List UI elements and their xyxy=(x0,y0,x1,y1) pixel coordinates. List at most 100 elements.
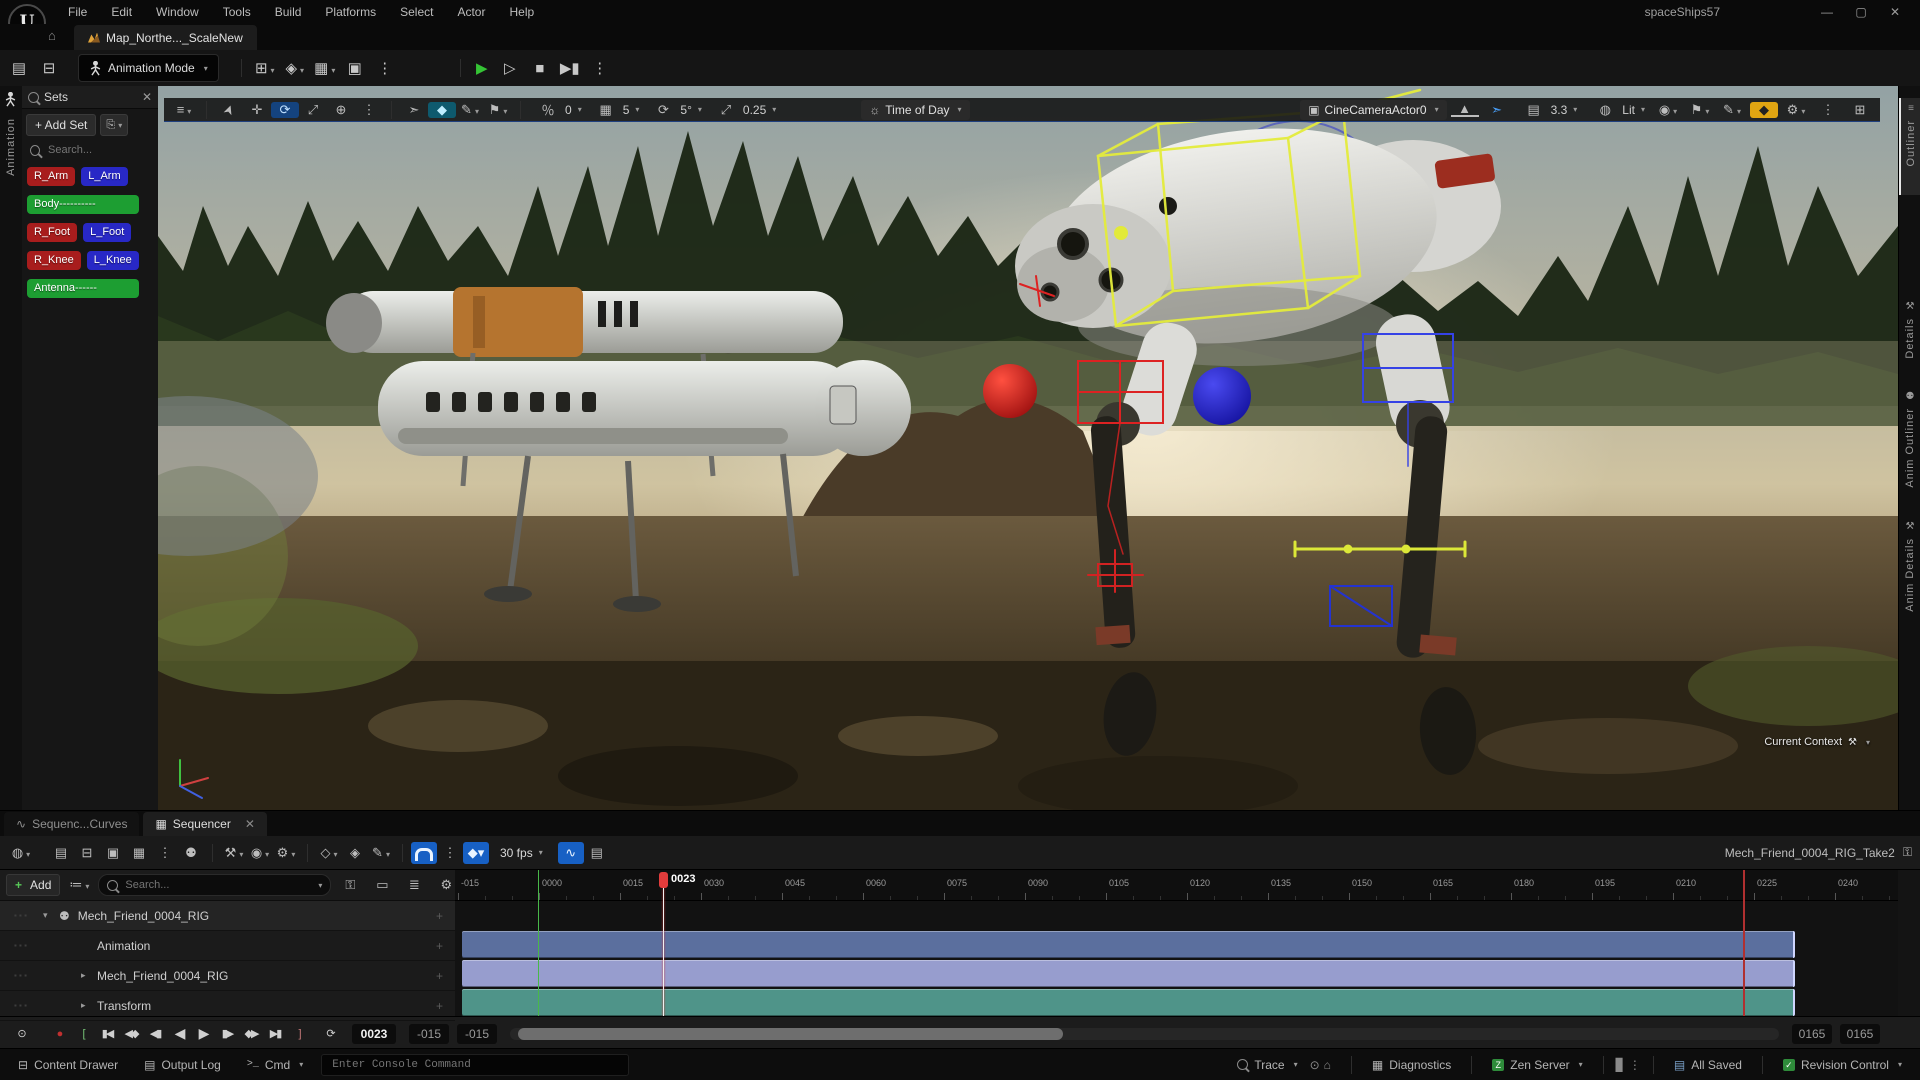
quick-settings-icon[interactable]: ▣ xyxy=(340,59,370,77)
stop-button[interactable]: ■ xyxy=(525,60,555,77)
set-chip-larm[interactable]: L_Arm xyxy=(81,167,127,186)
menu-item-actor[interactable]: Actor xyxy=(445,0,497,24)
set-end-bracket-button[interactable]: ] xyxy=(288,1028,310,1040)
step-forward-button[interactable]: ▮▶ xyxy=(216,1027,238,1040)
jump-to-start-button[interactable]: ▮◀ xyxy=(96,1027,118,1040)
select-tool-icon[interactable]: ➤ xyxy=(217,94,242,126)
sets-close-icon[interactable]: ✕ xyxy=(142,90,152,104)
current-frame-field[interactable]: 0023 xyxy=(352,1024,396,1044)
play-forward-button[interactable]: ▶ xyxy=(192,1025,214,1042)
view-end-field[interactable]: 0165 xyxy=(1840,1024,1880,1044)
add-section-icon[interactable]: + xyxy=(436,939,443,953)
grid-snap-control[interactable]: ▦5▾ xyxy=(587,102,645,118)
tab-outliner[interactable]: ≡Outliner xyxy=(1899,98,1920,195)
pose-tool-icon[interactable]: ✎▾ xyxy=(456,102,484,118)
jump-to-end-button[interactable]: ▶▮ xyxy=(264,1027,286,1040)
viewport-settings-icon[interactable]: ⚙▾ xyxy=(1782,102,1810,118)
viewport-options-icon[interactable]: ≡▾ xyxy=(170,102,198,117)
all-saved-button[interactable]: ▤ All Saved xyxy=(1666,1058,1750,1072)
anim-motion-tool-icon[interactable]: ◆ xyxy=(428,102,456,118)
game-view-toggle-icon[interactable]: ◆ xyxy=(1750,102,1778,118)
camera-speed-control[interactable]: ▤3.3▾ xyxy=(1515,102,1583,118)
curve-editor-icon[interactable]: ∿ xyxy=(558,842,584,864)
step-back-button[interactable]: ◀▮ xyxy=(144,1027,166,1040)
transform-more-icon[interactable]: ⋮ xyxy=(355,102,383,118)
console-input-wrap[interactable] xyxy=(321,1054,629,1076)
edit-mode-icon[interactable]: ✎▾ xyxy=(368,845,394,861)
playback-status-icon[interactable]: ⊙ xyxy=(10,1027,32,1040)
timeline[interactable]: -015000000150030004500600075009001050120… xyxy=(455,870,1898,1016)
set-chip-antenna[interactable]: Antenna------ xyxy=(27,279,139,298)
track-search[interactable]: ▾ xyxy=(98,874,331,896)
section-bar-transform[interactable] xyxy=(462,989,1795,1016)
set-chip-rarm[interactable]: R_Arm xyxy=(27,167,75,186)
render-movie-icon[interactable]: ▦ xyxy=(126,845,152,861)
camera-actor-dropdown[interactable]: ▣ CineCameraActor0 ▾ xyxy=(1300,100,1446,120)
timeline-scrollbar[interactable] xyxy=(510,1028,1779,1040)
trace-dropdown[interactable]: Trace▾ xyxy=(1229,1058,1305,1072)
fps-dropdown[interactable]: 30 fps▾ xyxy=(495,846,548,860)
output-log-button[interactable]: ▤ Output Log xyxy=(136,1058,229,1072)
filter-icon[interactable]: ≔▾ xyxy=(66,877,92,893)
work-end-field[interactable]: 0165 xyxy=(1792,1024,1832,1044)
add-track-button[interactable]: +Add xyxy=(6,874,60,896)
path-tool-icon[interactable]: ⚑▾ xyxy=(484,102,512,118)
tab-close-icon[interactable]: ✕ xyxy=(245,817,255,831)
work-start-field[interactable]: -015 xyxy=(457,1024,497,1044)
playback-options-icon[interactable]: ⚙▾ xyxy=(273,845,299,861)
view-start-field[interactable]: -015 xyxy=(409,1024,449,1044)
perspective-dropdown-icon[interactable]: ◉▾ xyxy=(1654,102,1682,118)
key-icon[interactable]: ⚿ xyxy=(337,877,363,893)
cmd-dropdown[interactable]: >_ Cmd▾ xyxy=(239,1058,311,1072)
maximize-viewport-icon[interactable]: ⊞ xyxy=(1846,102,1874,118)
key-interp-icon[interactable]: ◆▾ xyxy=(463,842,489,864)
playback-start-marker[interactable] xyxy=(538,870,539,1016)
tab-sequencer[interactable]: ▦ Sequencer ✕ xyxy=(143,812,266,836)
viewport[interactable]: ≡▾ ➤ ✛ ⟳ ⤢ ⊕ ⋮ ➣ ◆ ✎▾ ⚑▾ ％0▾ ▦5▾ ⟳5°▾ ⤢0… xyxy=(158,86,1898,810)
world-dropdown-icon[interactable]: ◍▾ xyxy=(8,845,34,861)
cinematics-icon[interactable]: ▦▾ xyxy=(310,59,340,77)
time-of-day-dropdown[interactable]: ☼ Time of Day ▾ xyxy=(861,100,969,120)
show-flags-icon[interactable]: ⚑▾ xyxy=(1686,102,1714,118)
unlock-icon[interactable]: ⚿ xyxy=(1903,845,1912,860)
viewport-more-icon[interactable]: ⋮ xyxy=(1814,102,1842,118)
content-browser-icon[interactable]: ⊟ xyxy=(34,59,64,77)
add-actor-track-icon[interactable]: ⚉ xyxy=(178,845,204,861)
auto-key-icon[interactable]: ◈ xyxy=(342,845,368,861)
anim-select-tool-icon[interactable]: ➣ xyxy=(400,102,428,118)
pill-icon[interactable]: ▭ xyxy=(369,877,395,893)
animation-rail-tab[interactable]: Animation xyxy=(5,118,17,176)
add-section-icon[interactable]: + xyxy=(436,969,443,983)
expand-arrow-icon[interactable]: ▾ xyxy=(43,910,55,921)
maximize-button[interactable]: ▢ xyxy=(1844,0,1878,24)
save-icon[interactable]: ▤ xyxy=(4,59,34,77)
set-chip-lknee[interactable]: L_Knee xyxy=(87,251,139,270)
menu-item-select[interactable]: Select xyxy=(388,0,445,24)
view-mode-dropdown[interactable]: ◍Lit▾ xyxy=(1586,102,1650,118)
set-options-dropdown[interactable]: ⎘▾ xyxy=(100,114,128,136)
play-reverse-button[interactable]: ◀ xyxy=(168,1025,190,1042)
menu-item-build[interactable]: Build xyxy=(263,0,314,24)
play-options-icon[interactable]: ⋮ xyxy=(585,59,615,77)
editor-visualizers-icon[interactable]: ✎▾ xyxy=(1718,102,1746,118)
pilot-icon[interactable]: ➣ xyxy=(1483,102,1511,118)
world-space-toggle-icon[interactable]: ⊕ xyxy=(327,102,355,118)
expand-arrow-icon[interactable]: ▸ xyxy=(81,1000,93,1011)
content-drawer-button[interactable]: ⊟ Content Drawer xyxy=(10,1058,126,1072)
set-chip-body[interactable]: Body---------- xyxy=(27,195,139,214)
pause-button[interactable]: ▷ xyxy=(495,59,525,77)
set-start-bracket-button[interactable]: [ xyxy=(72,1028,94,1040)
skip-button[interactable]: ▶▮ xyxy=(555,59,585,77)
menu-item-tools[interactable]: Tools xyxy=(211,0,263,24)
playback-end-marker[interactable] xyxy=(1743,870,1745,1016)
menu-item-window[interactable]: Window xyxy=(144,0,211,24)
bookmark-icon[interactable]: ⌂ xyxy=(1324,1058,1331,1072)
menu-item-edit[interactable]: Edit xyxy=(99,0,144,24)
list-icon[interactable]: ≣ xyxy=(401,877,427,893)
rotate-tool-icon[interactable]: ⟳ xyxy=(271,102,299,118)
revision-control-dropdown[interactable]: ✓ Revision Control▾ xyxy=(1775,1058,1910,1072)
perf-more-icon[interactable]: ⋮ xyxy=(1629,1058,1641,1072)
section-bar-animation[interactable] xyxy=(462,931,1795,958)
view-options-icon[interactable]: ◉▾ xyxy=(247,845,273,861)
section-bar-mech-friend-0004-rig[interactable] xyxy=(462,960,1795,987)
